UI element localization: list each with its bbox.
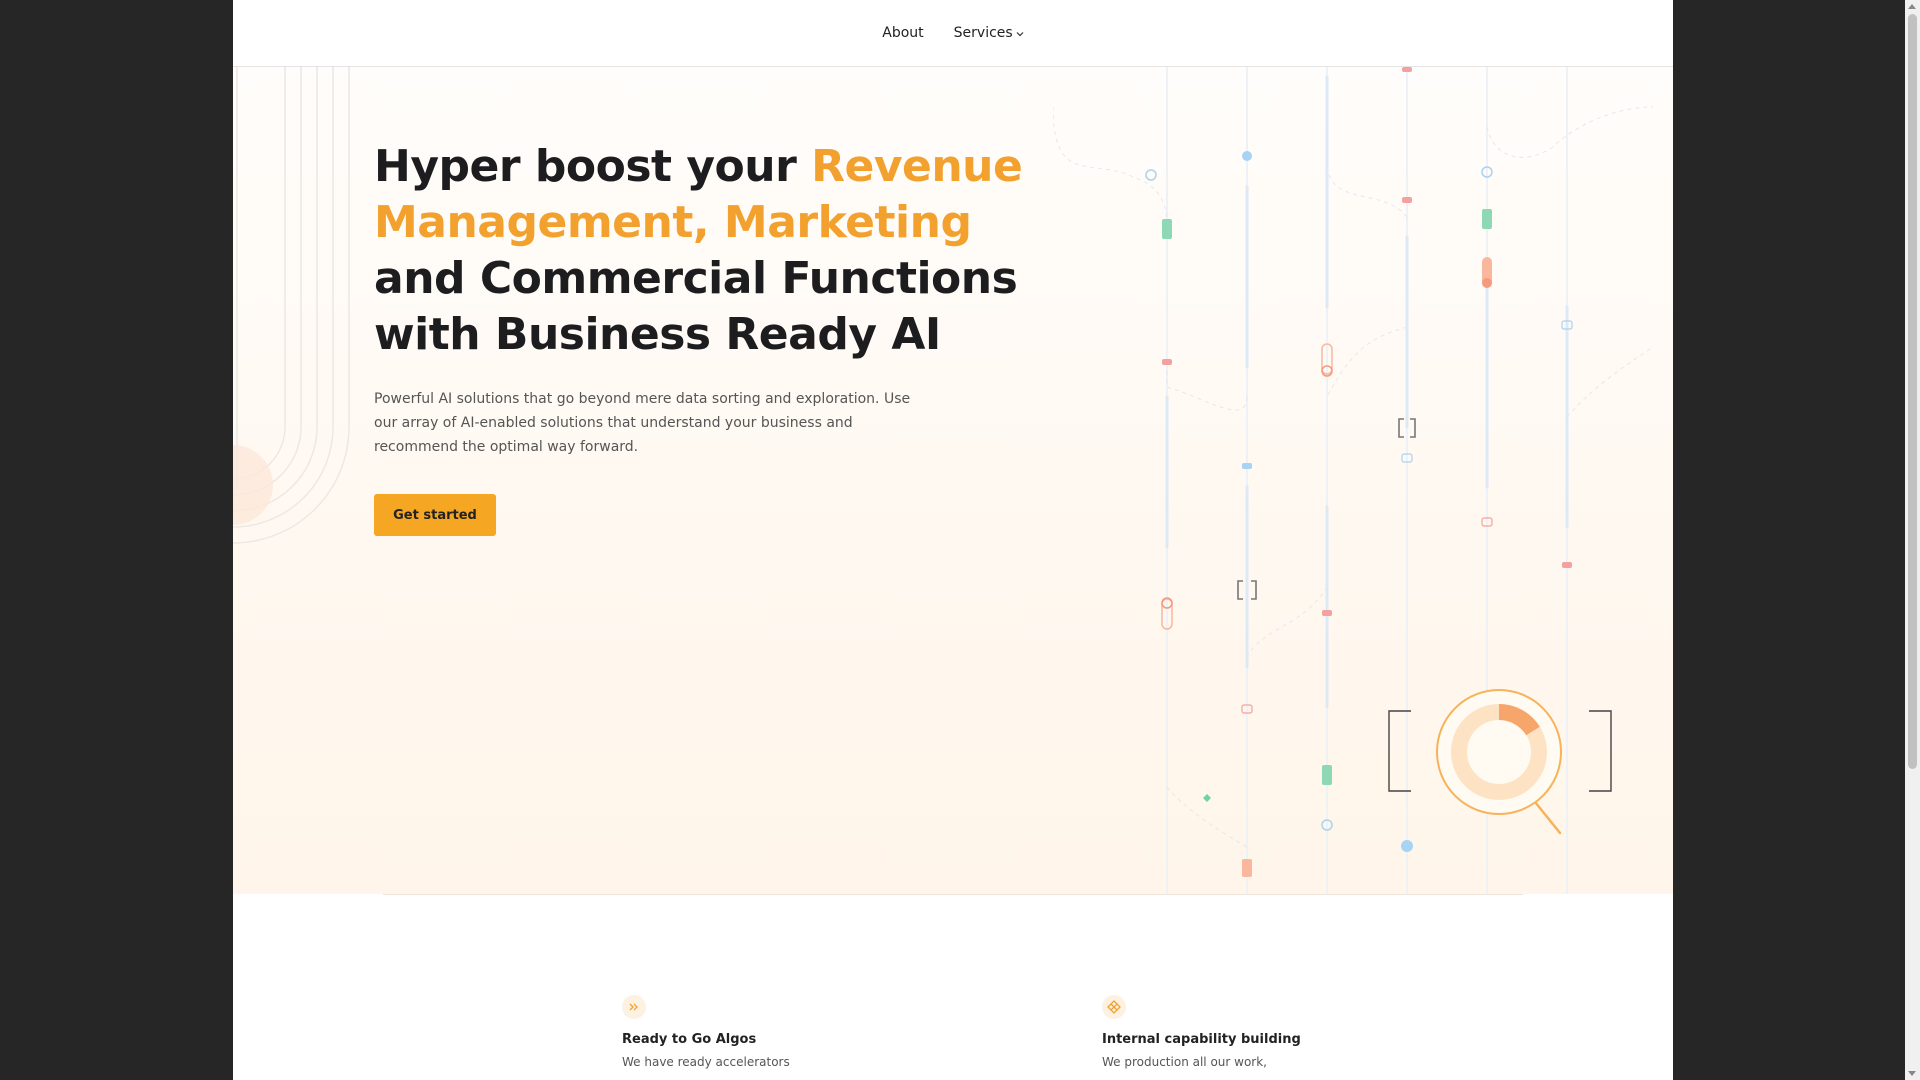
data-streams-illustration	[1053, 67, 1653, 894]
scroll-down-arrow-icon[interactable]	[1908, 1071, 1916, 1076]
top-nav: About Services	[233, 0, 1673, 67]
feature-card: Internal capability building We producti…	[1102, 995, 1462, 1069]
hero-description: Powerful AI solutions that go beyond mer…	[374, 391, 911, 455]
scrollbar-thumb[interactable]	[1908, 14, 1917, 769]
page: About Services Hyper boost your Revenue …	[233, 0, 1673, 1080]
nav-services-label: Services	[953, 25, 1013, 41]
feature-card: Ready to Go Algos We have ready accelera…	[622, 995, 982, 1069]
nav-about-link[interactable]: About	[882, 25, 923, 41]
diamond-grid-icon	[1102, 995, 1126, 1019]
hero-title-part1: Hyper boost your	[374, 141, 812, 192]
hero-title-part2: and Commercial Functions with Business R…	[374, 253, 1018, 360]
chevron-down-icon	[1016, 32, 1024, 37]
feature-title: Internal capability building	[1102, 1032, 1301, 1047]
feature-title: Ready to Go Algos	[622, 1032, 757, 1047]
concentric-arcs-decoration	[233, 67, 350, 544]
hero-divider	[383, 894, 1523, 895]
features-section: Ready to Go Algos We have ready accelera…	[233, 995, 1673, 1080]
nav-services-dropdown[interactable]: Services	[954, 25, 1024, 41]
hero-section: Hyper boost your Revenue Management, Mar…	[233, 67, 1673, 894]
page-scrollbar[interactable]	[1905, 0, 1920, 1080]
get-started-button[interactable]: Get started	[374, 494, 496, 536]
hero-title: Hyper boost your Revenue Management, Mar…	[374, 139, 1024, 363]
double-chevron-right-icon	[622, 995, 646, 1019]
feature-description: We have ready accelerators	[622, 1055, 790, 1069]
nav-about-label: About	[882, 25, 924, 41]
feature-description: We production all our work,	[1102, 1055, 1267, 1069]
scroll-up-arrow-icon[interactable]	[1908, 4, 1916, 9]
